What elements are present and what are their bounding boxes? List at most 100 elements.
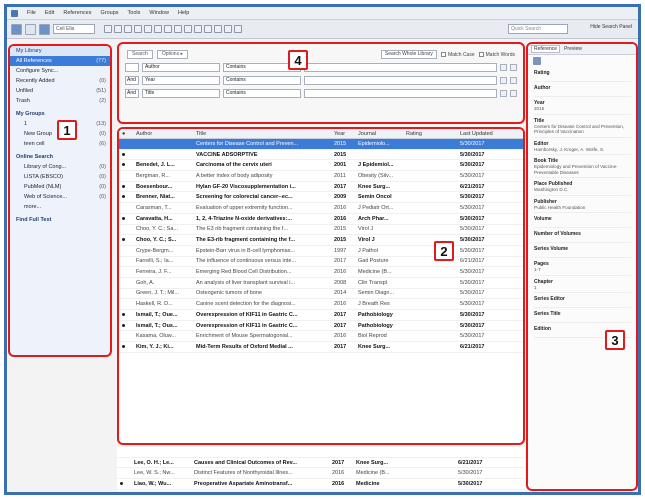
help-icon[interactable]	[234, 25, 242, 33]
reference-field[interactable]: Chapter 1	[528, 276, 636, 293]
group-item[interactable]: teen cell (6)	[10, 139, 110, 149]
insert-citation-icon[interactable]	[104, 25, 112, 33]
field-value[interactable]: Epidemiology and Prevention of Vaccine-P…	[534, 164, 631, 178]
field-value[interactable]: 2015	[534, 106, 631, 115]
group-trash[interactable]: Trash (2)	[10, 96, 110, 106]
table-row[interactable]: Goh, A. An analysis of liver transplant s…	[119, 278, 523, 289]
table-row[interactable]: Bergman, R... A better index of body adip…	[119, 171, 523, 182]
library-mode-button[interactable]	[11, 23, 22, 35]
match-words-checkbox[interactable]: Match Words	[478, 52, 515, 58]
table-row[interactable]: Farrelli, S.; Ia... The influence of cont…	[119, 257, 523, 268]
find-full-text-icon[interactable]	[164, 25, 172, 33]
add-row-button[interactable]	[500, 77, 507, 84]
group-configure-sync[interactable]: Configure Sync...	[10, 66, 110, 76]
menu-groups[interactable]: Groups	[101, 10, 119, 16]
table-row[interactable]: VACCINE ADSORPTIVE 2015 5/30/2017	[119, 150, 523, 161]
reference-field[interactable]: Publisher Public Health Foundation	[528, 196, 636, 213]
remove-row-button[interactable]	[510, 90, 517, 97]
table-row[interactable]: Green, J. T.; Mil... Osteogenic tumors of…	[119, 289, 523, 300]
table-row[interactable]: Centers for Disease Control and Preven..…	[119, 139, 523, 150]
column-last-updated[interactable]: Last Updated	[457, 131, 523, 137]
reference-field[interactable]: Editor Hamborsky, J. Kroger, A. Wolfe, S.	[528, 138, 636, 155]
online-source-item[interactable]: PubMed (NLM) (0)	[10, 182, 110, 192]
online-source-item[interactable]: Web of Science... (0)	[10, 192, 110, 202]
menu-tools[interactable]: Tools	[128, 10, 141, 16]
remove-row-button[interactable]	[510, 64, 517, 71]
open-link-icon[interactable]	[174, 25, 182, 33]
online-more-link[interactable]: more...	[10, 202, 110, 212]
menu-file[interactable]: File	[27, 10, 36, 16]
add-row-button[interactable]	[500, 64, 507, 71]
table-row[interactable]: Liao, W.; Wu... Preoperative Aspartate Am…	[117, 479, 525, 490]
remove-row-button[interactable]	[510, 77, 517, 84]
table-row[interactable]: Crype-Bergm... Epstein-Barr virus in B-ce…	[119, 246, 523, 257]
group-recently-added[interactable]: Recently Added (0)	[10, 76, 110, 86]
field-value[interactable]: Hamborsky, J. Kroger, A. Wolfe, S.	[534, 147, 631, 155]
reference-field[interactable]: Pages 1-7	[528, 258, 636, 276]
field-value[interactable]: Washington D.C.	[534, 187, 631, 196]
field-value[interactable]: Public Health Foundation	[534, 205, 631, 213]
field-value[interactable]: 1-7	[534, 267, 631, 276]
integrated-mode-button[interactable]	[39, 23, 50, 35]
menu-references[interactable]: References	[63, 10, 91, 16]
search-button[interactable]: Search	[127, 50, 153, 59]
online-source-item[interactable]: LISTA (EBSCO) (0)	[10, 172, 110, 182]
menu-help[interactable]: Help	[178, 10, 189, 16]
column-title[interactable]: Title	[193, 131, 331, 137]
tab-reference[interactable]: Reference	[531, 45, 561, 53]
column-author[interactable]: Author	[133, 131, 193, 137]
format-paper-icon[interactable]	[204, 25, 212, 33]
operator-select[interactable]: Contains	[223, 76, 301, 85]
column-journal[interactable]: Journal	[355, 131, 403, 137]
table-row[interactable]: Ismail, T.; Oue... Overexpression of KIF1…	[119, 310, 523, 321]
field-select[interactable]: Author	[142, 63, 220, 72]
field-select[interactable]: Year	[142, 76, 220, 85]
table-row[interactable]: Kasama, Oluw... Enrichment of Mouse Sperm…	[119, 331, 523, 343]
table-row[interactable]: Choo, Y. C.; S... The E3-rib fragment con…	[119, 235, 523, 246]
search-term-input[interactable]	[304, 76, 497, 85]
options-button[interactable]: Options ▸	[156, 50, 188, 59]
reference-field[interactable]: Title Centers for Disease Control and Pre…	[528, 115, 636, 138]
table-row[interactable]	[117, 447, 525, 458]
share-icon[interactable]	[214, 25, 222, 33]
table-row[interactable]: Ismail, T.; Ous... Overexpression of KIF1…	[119, 321, 523, 332]
group-unfiled[interactable]: Unfiled (51)	[10, 86, 110, 96]
find-full-text-header[interactable]: Find Full Text	[10, 215, 110, 225]
reference-field[interactable]: Year 2015	[528, 97, 636, 115]
reference-field[interactable]: Rating	[528, 67, 636, 82]
reference-field[interactable]: Series Volume	[528, 243, 636, 258]
field-value[interactable]: Centers for Disease Control and Preventi…	[534, 124, 631, 138]
format-bibliography-icon[interactable]	[114, 25, 122, 33]
search-term-input[interactable]	[304, 89, 497, 98]
column-year[interactable]: Year	[331, 131, 355, 137]
menu-edit[interactable]: Edit	[45, 10, 54, 16]
output-style-select[interactable]: Cell Ella	[53, 24, 95, 34]
online-search-icon[interactable]	[134, 25, 142, 33]
bool-select[interactable]	[125, 63, 139, 72]
field-select[interactable]: Title	[142, 89, 220, 98]
bool-select[interactable]: And	[125, 89, 139, 98]
import-icon[interactable]	[144, 25, 152, 33]
attach-file-icon[interactable]	[533, 57, 541, 65]
table-row[interactable]: Choo, Y. C.; Sa... The E3 rib fragment co…	[119, 225, 523, 236]
read-status-column[interactable]: ●	[119, 131, 133, 137]
menu-window[interactable]: Window	[149, 10, 169, 16]
hide-search-panel-button[interactable]: Hide Search Panel	[590, 24, 632, 30]
search-scope-select[interactable]: Search Whole Library	[380, 50, 437, 59]
table-row[interactable]: Haskell, R. D... Canine scent detection f…	[119, 299, 523, 310]
table-row[interactable]: Caravatta, H... 1, 2, 4-Triazine N-oxide …	[119, 214, 523, 225]
sync-icon[interactable]	[224, 25, 232, 33]
table-row[interactable]: Benedet, J. L... Carcinoma of the cervix …	[119, 160, 523, 172]
reference-field[interactable]: Book Title Epidemiology and Prevention of…	[528, 155, 636, 178]
reference-field[interactable]: Place Published Washington D.C.	[528, 178, 636, 196]
reference-field[interactable]: Number of Volumes	[528, 228, 636, 243]
reference-field[interactable]: Series Editor	[528, 293, 636, 308]
table-row[interactable]: Lee, O. H.; Le... Causes and Clinical Out…	[117, 458, 525, 469]
field-value[interactable]: 1	[534, 285, 631, 293]
table-row[interactable]: Carasman, T... Evaluation of upper extrem…	[119, 203, 523, 214]
reference-field[interactable]: Author	[528, 82, 636, 97]
bool-select[interactable]: And	[125, 76, 139, 85]
online-source-item[interactable]: Library of Cong... (0)	[10, 162, 110, 172]
reference-field[interactable]: Volume	[528, 213, 636, 228]
match-case-checkbox[interactable]: Match Case	[440, 52, 475, 58]
